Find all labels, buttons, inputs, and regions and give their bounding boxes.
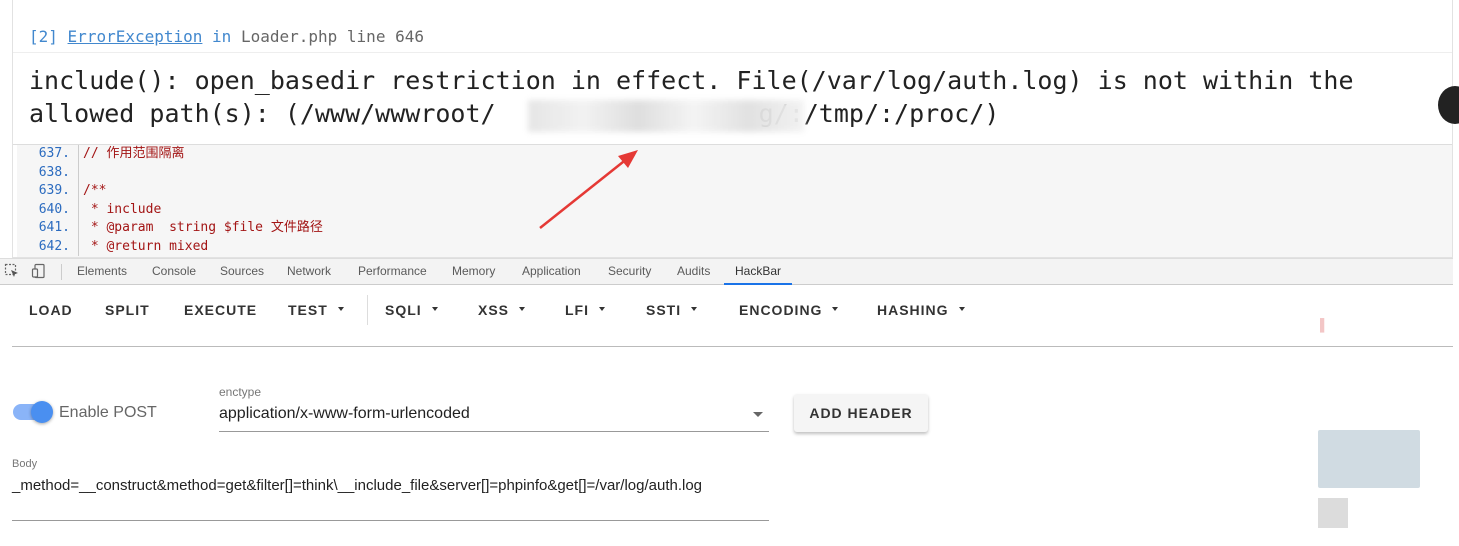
tab-hackbar[interactable]: HackBar bbox=[735, 264, 781, 278]
toggle-knob bbox=[31, 401, 53, 423]
dropdown-caret-icon bbox=[691, 307, 698, 312]
xss-menu-button[interactable]: XSS bbox=[478, 302, 526, 318]
tab-console[interactable]: Console bbox=[152, 264, 196, 278]
enable-post-label: Enable POST bbox=[59, 404, 157, 421]
dropdown-caret-icon bbox=[958, 307, 965, 312]
dropdown-caret-icon bbox=[337, 307, 344, 312]
tab-network[interactable]: Network bbox=[287, 264, 331, 278]
error-location: Loader.php line 646 bbox=[240, 27, 424, 46]
line-number: 638. bbox=[17, 163, 79, 182]
line-number: 637. bbox=[17, 145, 79, 164]
enctype-value: application/x-www-form-urlencoded bbox=[219, 405, 470, 422]
error-index: [2] bbox=[29, 27, 58, 46]
body-label: Body bbox=[12, 458, 38, 470]
inspect-element-icon[interactable] bbox=[4, 263, 20, 279]
hackbar-toolbar: LOAD SPLIT EXECUTE TEST SQLI XSS LFI SST… bbox=[0, 285, 1453, 333]
line-code: // 作用范围隔离 bbox=[83, 146, 185, 161]
source-line: 638. bbox=[17, 163, 1452, 183]
enable-post-toggle[interactable] bbox=[13, 401, 53, 423]
tab-memory[interactable]: Memory bbox=[452, 264, 495, 278]
source-line: 641. * @param string $file 文件路径 bbox=[17, 219, 1452, 238]
hashing-label: HASHING bbox=[877, 302, 949, 318]
tab-application[interactable]: Application bbox=[522, 264, 581, 278]
test-menu-button[interactable]: TEST bbox=[288, 302, 344, 318]
line-number: 642. bbox=[17, 237, 79, 256]
lfi-menu-button[interactable]: LFI bbox=[565, 302, 605, 318]
source-line: 640. * include bbox=[17, 200, 1452, 219]
redacted-blur bbox=[528, 100, 804, 132]
enctype-label: enctype bbox=[219, 385, 262, 399]
hashing-menu-button[interactable]: HASHING bbox=[877, 302, 965, 318]
dropdown-caret-icon bbox=[519, 307, 526, 312]
line-code: * @param string $file 文件路径 bbox=[83, 220, 323, 235]
line-number: 639. bbox=[17, 182, 79, 201]
sqli-label: SQLI bbox=[385, 302, 422, 318]
tab-elements[interactable]: Elements bbox=[77, 264, 127, 278]
split-button[interactable]: SPLIT bbox=[105, 302, 150, 318]
devtools-tab-bar: Elements Console Sources Network Perform… bbox=[0, 258, 1453, 285]
line-code: * include bbox=[83, 201, 162, 217]
lfi-label: LFI bbox=[565, 302, 589, 318]
background-image bbox=[1318, 430, 1420, 488]
dropdown-caret-icon bbox=[832, 307, 839, 312]
load-button[interactable]: LOAD bbox=[29, 302, 73, 318]
background-text: ▌ bbox=[1320, 318, 1329, 332]
tab-performance[interactable]: Performance bbox=[358, 264, 427, 278]
error-in-word: in bbox=[212, 27, 232, 46]
device-toolbar-icon[interactable] bbox=[31, 263, 47, 279]
line-number: 640. bbox=[17, 200, 79, 219]
tab-audits[interactable]: Audits bbox=[677, 264, 710, 278]
execute-button[interactable]: EXECUTE bbox=[184, 302, 257, 318]
body-textarea[interactable]: _method=__construct&method=get&filter[]=… bbox=[12, 477, 769, 495]
error-message-line-2-start: allowed path(s): (/www/wwwroot/ bbox=[29, 99, 496, 128]
ssti-label: SSTI bbox=[646, 302, 682, 318]
line-number: 641. bbox=[17, 219, 79, 238]
background-page-fragment: ▌ bbox=[1310, 312, 1459, 546]
error-header: [2] ErrorException in Loader.php line 64… bbox=[29, 27, 424, 46]
source-line: 642. * @return mixed bbox=[17, 237, 1452, 256]
divider bbox=[367, 295, 368, 325]
source-code-block: 637. // 作用范围隔离 638. 639. /** 640. * includ… bbox=[17, 145, 1452, 257]
exception-link[interactable]: ErrorException bbox=[68, 27, 203, 46]
enctype-select[interactable]: application/x-www-form-urlencoded bbox=[219, 402, 769, 432]
xss-label: XSS bbox=[478, 302, 510, 318]
divider bbox=[61, 264, 62, 280]
url-field-underline[interactable] bbox=[12, 346, 1453, 347]
sqli-menu-button[interactable]: SQLI bbox=[385, 302, 438, 318]
divider bbox=[13, 52, 1452, 53]
error-page: [2] ErrorException in Loader.php line 64… bbox=[12, 0, 1453, 258]
add-header-button[interactable]: ADD HEADER bbox=[794, 394, 928, 432]
dropdown-caret-icon bbox=[431, 307, 438, 312]
test-label: TEST bbox=[288, 302, 328, 318]
line-code: * @return mixed bbox=[83, 238, 209, 254]
tab-sources[interactable]: Sources bbox=[220, 264, 264, 278]
source-line: 637. // 作用范围隔离 bbox=[17, 145, 1452, 164]
encoding-menu-button[interactable]: ENCODING bbox=[739, 302, 839, 318]
source-line: 639. /** bbox=[17, 182, 1452, 201]
ssti-menu-button[interactable]: SSTI bbox=[646, 302, 698, 318]
background-image bbox=[1318, 498, 1348, 528]
select-arrow-icon bbox=[753, 412, 763, 417]
body-underline bbox=[12, 520, 769, 521]
encoding-label: ENCODING bbox=[739, 302, 823, 318]
dropdown-caret-icon bbox=[599, 307, 605, 312]
line-code: /** bbox=[83, 183, 107, 198]
tab-security[interactable]: Security bbox=[608, 264, 651, 278]
error-message-line-1: include(): open_basedir restriction in e… bbox=[29, 66, 1354, 95]
